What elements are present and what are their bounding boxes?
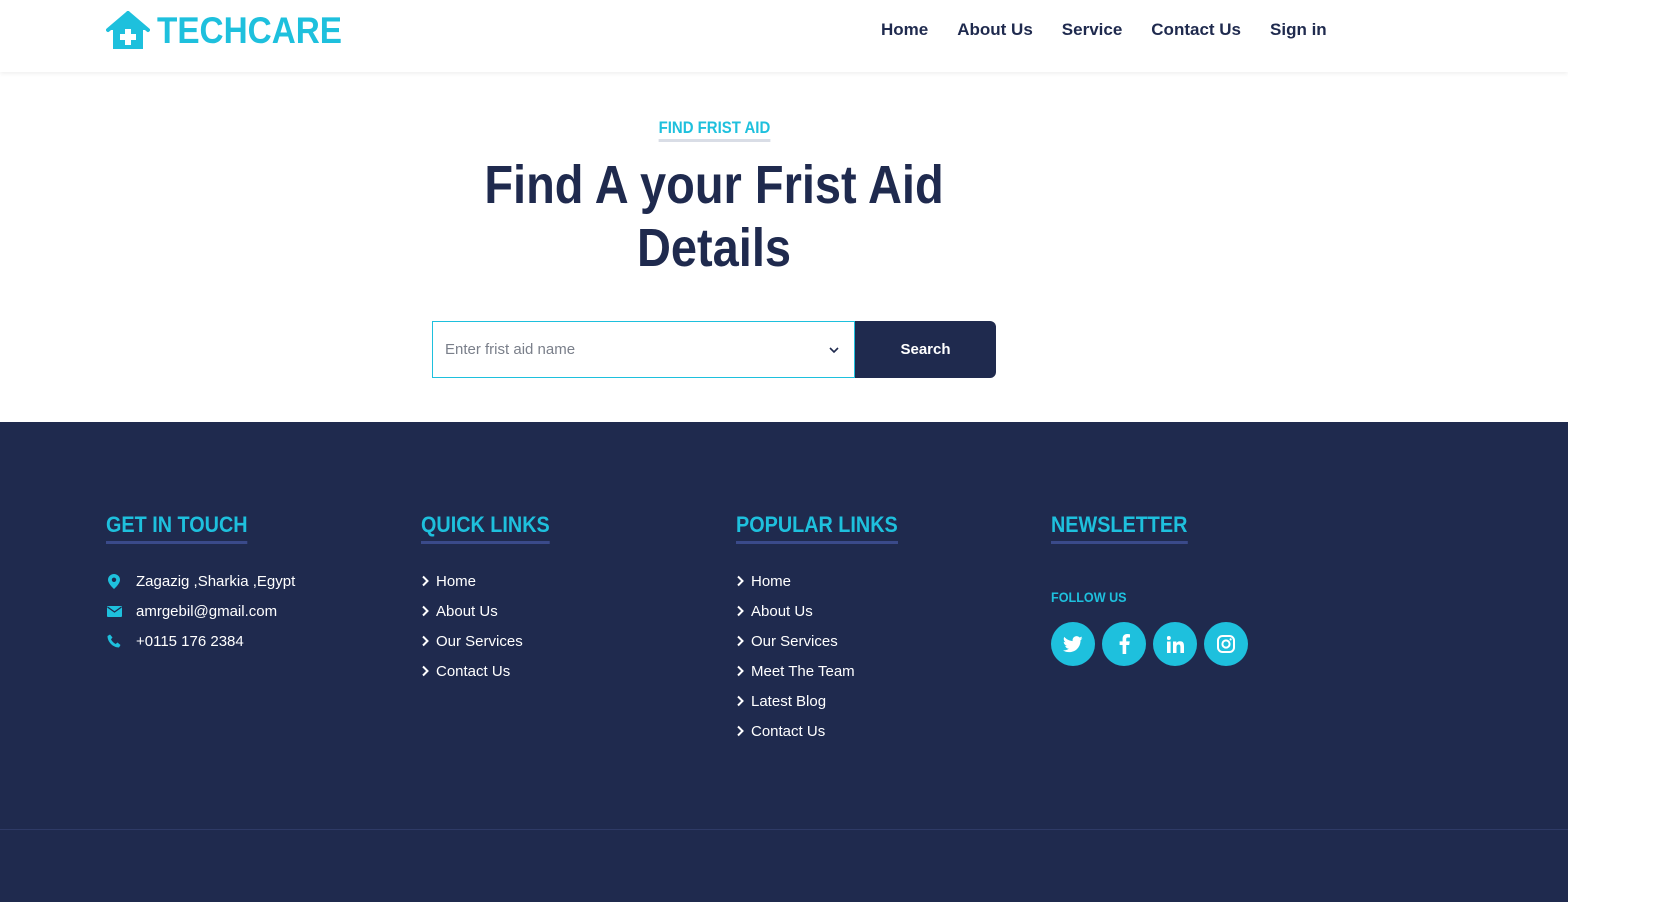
follow-us-label: FOLLOW US [1051, 589, 1127, 605]
footer-col-popular-links: POPULAR LINKS [736, 512, 916, 544]
chevron-right-icon [422, 605, 429, 617]
nav-about-us[interactable]: About Us [957, 19, 1033, 41]
popular-link-label: About Us [751, 602, 813, 620]
quick-link-home[interactable]: Home [421, 566, 523, 596]
popular-link-home[interactable]: Home [736, 566, 855, 596]
chevron-right-icon [737, 635, 744, 647]
quick-link-label: About Us [436, 602, 498, 620]
contact-address-text: Zagazig ,Sharkia ,Egypt [136, 572, 296, 590]
chevron-right-icon [422, 665, 429, 677]
contact-phone: +0115 176 2384 [106, 626, 295, 656]
envelope-icon [106, 603, 122, 619]
first-aid-search: Enter frist aid name Search [432, 321, 996, 378]
chevron-right-icon [422, 575, 429, 587]
house-medical-icon [106, 11, 150, 49]
contact-email-text[interactable]: amrgebil@gmail.com [136, 603, 277, 620]
brand-logo[interactable]: TECHCARE [106, 10, 363, 52]
nav-contact-us[interactable]: Contact Us [1151, 19, 1241, 41]
search-button[interactable]: Search [855, 321, 996, 378]
quick-link-about-us[interactable]: About Us [421, 596, 523, 626]
contact-phone-text[interactable]: +0115 176 2384 [136, 633, 244, 650]
linkedin-button[interactable] [1153, 622, 1197, 666]
contact-list: Zagazig ,Sharkia ,Egypt amrgebil@gmail.c… [106, 566, 295, 656]
search-placeholder: Enter frist aid name [445, 341, 576, 358]
chevron-down-icon [829, 347, 839, 354]
quick-link-label: Contact Us [436, 662, 511, 680]
facebook-button[interactable] [1102, 622, 1146, 666]
quick-links-list: Home About Us Our Services Contact Us [421, 566, 523, 686]
page-margin [1568, 0, 1673, 902]
newsletter-heading: NEWSLETTER [1051, 512, 1188, 544]
instagram-button[interactable] [1204, 622, 1248, 666]
footer-col-get-in-touch: GET IN TOUCH [106, 512, 263, 544]
popular-link-label: Home [751, 572, 792, 590]
popular-link-about-us[interactable]: About Us [736, 596, 855, 626]
popular-link-latest-blog[interactable]: Latest Blog [736, 686, 855, 716]
contact-email: amrgebil@gmail.com [106, 596, 295, 626]
popular-links-heading: POPULAR LINKS [736, 512, 898, 544]
nav-home[interactable]: Home [881, 19, 928, 41]
popular-link-meet-the-team[interactable]: Meet The Team [736, 656, 855, 686]
linkedin-icon [1166, 635, 1184, 653]
quick-link-contact-us[interactable]: Contact Us [421, 656, 523, 686]
facebook-icon [1119, 634, 1130, 654]
chevron-right-icon [737, 665, 744, 677]
hero-eyebrow-wrap: FIND FRIST AID [0, 118, 1428, 142]
chevron-right-icon [737, 575, 744, 587]
hero-title-line1: Find A your Frist Aid [484, 155, 944, 215]
quick-link-label: Our Services [436, 632, 523, 650]
chevron-right-icon [422, 635, 429, 647]
twitter-button[interactable] [1051, 622, 1095, 666]
phone-icon [106, 633, 122, 649]
brand-name: TECHCARE [157, 10, 343, 51]
hero-title-line2: Details [636, 218, 792, 278]
contact-address: Zagazig ,Sharkia ,Egypt [106, 566, 295, 596]
main-nav: Home About Us Service Contact Us Sign in [881, 19, 1356, 41]
hero-eyebrow: FIND FRIST AID [658, 118, 770, 142]
twitter-icon [1063, 635, 1083, 652]
instagram-icon [1217, 635, 1235, 653]
popular-link-label: Our Services [751, 632, 838, 650]
popular-link-label: Latest Blog [751, 692, 827, 710]
popular-link-our-services[interactable]: Our Services [736, 626, 855, 656]
quick-link-our-services[interactable]: Our Services [421, 626, 523, 656]
popular-link-label: Meet The Team [751, 662, 855, 680]
quick-links-heading: QUICK LINKS [421, 512, 550, 544]
footer-divider [0, 829, 1568, 830]
popular-links-list: Home About Us Our Services Meet The Team… [736, 566, 855, 746]
site-header: TECHCARE Home About Us Service Contact U… [0, 0, 1568, 72]
chevron-right-icon [737, 695, 744, 707]
first-aid-select[interactable]: Enter frist aid name [432, 321, 855, 378]
nav-sign-in[interactable]: Sign in [1270, 19, 1327, 41]
chevron-right-icon [737, 725, 744, 737]
popular-link-contact-us[interactable]: Contact Us [736, 716, 855, 746]
map-pin-icon [106, 573, 122, 589]
quick-link-label: Home [436, 572, 477, 590]
chevron-right-icon [737, 605, 744, 617]
social-links [1051, 622, 1255, 666]
footer-col-newsletter: NEWSLETTER [1051, 512, 1203, 544]
hero-title: Find A your Frist Aid Details [93, 154, 1335, 280]
footer-col-quick-links: QUICK LINKS [421, 512, 564, 544]
nav-service[interactable]: Service [1062, 19, 1123, 41]
popular-link-label: Contact Us [751, 722, 826, 740]
get-in-touch-heading: GET IN TOUCH [106, 512, 248, 544]
